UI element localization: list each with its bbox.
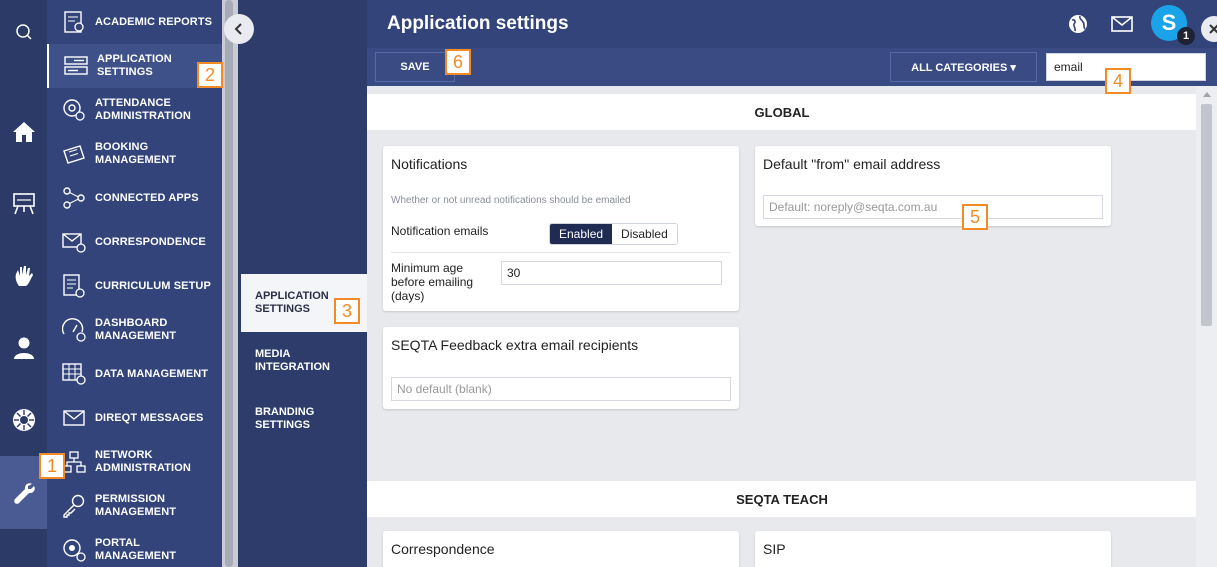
menu-item-network-administration[interactable]: NETWORK ADMINISTRATION	[47, 440, 222, 484]
feedback-recipients-input[interactable]: No default (blank)	[391, 377, 731, 401]
mail-icon[interactable]	[1110, 12, 1134, 36]
menu-item-label: CONNECTED APPS	[95, 191, 199, 204]
save-button[interactable]: SAVE	[375, 52, 455, 82]
home-icon[interactable]	[0, 110, 47, 154]
scroll-up-arrow-icon[interactable]	[1203, 92, 1211, 97]
menu-item-connected-apps[interactable]: CONNECTED APPS	[47, 176, 222, 220]
card-title: Correspondence	[391, 541, 495, 557]
mail-gear-icon	[61, 229, 87, 255]
gauge-gear-icon	[61, 317, 87, 343]
classroom-icon[interactable]	[0, 182, 47, 226]
menu-item-label: PERMISSION MANAGEMENT	[95, 493, 177, 518]
card-title: Notifications	[391, 156, 468, 172]
chevron-left-icon	[234, 23, 242, 35]
menu-item-portal-management[interactable]: PORTAL MANAGEMENT	[47, 528, 222, 567]
globe-icon[interactable]	[1066, 12, 1090, 36]
envelope-icon	[61, 405, 87, 431]
section-heading-seqta-teach: SEQTA TEACH	[367, 481, 1197, 517]
notifications-card: Notifications Whether or not unread noti…	[383, 146, 739, 311]
hand-icon[interactable]	[0, 254, 47, 298]
user-icon[interactable]	[0, 326, 47, 370]
notification-badge: 1	[1177, 27, 1195, 45]
menu-item-data-management[interactable]: DATA MANAGEMENT	[47, 352, 222, 396]
menu-item-booking-management[interactable]: BOOKING MANAGEMENT	[47, 132, 222, 176]
from-email-input[interactable]: Default: noreply@seqta.com.au	[763, 195, 1103, 219]
icon-rail	[0, 0, 47, 567]
card-title: SEQTA Feedback extra email recipients	[391, 337, 639, 353]
menu-item-label: BOOKING MANAGEMENT	[95, 141, 177, 166]
menu-item-label: DASHBOARD MANAGEMENT	[95, 317, 177, 342]
annotation-marker: 5	[962, 204, 988, 230]
burst-icon[interactable]	[0, 398, 47, 442]
section-heading-global: GLOBAL	[367, 94, 1197, 130]
menu-item-dashboard-management[interactable]: DASHBOARD MANAGEMENT	[47, 308, 222, 352]
annotation-marker: 3	[334, 298, 360, 324]
menu-scrollbar[interactable]	[222, 0, 238, 567]
menu-item-label: DATA MANAGEMENT	[95, 367, 209, 380]
ticket-icon	[61, 141, 87, 167]
menu-item-curriculum-setup[interactable]: CURRICULUM SETUP	[47, 264, 222, 308]
page-title: Application settings	[387, 13, 569, 34]
menu-item-label: APPLICATION SETTINGS	[97, 53, 172, 78]
report-icon	[61, 9, 87, 35]
menu-item-academic-reports[interactable]: ACADEMIC REPORTS	[47, 0, 222, 44]
disabled-option[interactable]: Disabled	[612, 224, 677, 244]
menu-item-label: ACADEMIC REPORTS	[95, 15, 213, 28]
menu-item-label: DIREQT MESSAGES	[95, 411, 204, 424]
menu-item-label: CURRICULUM SETUP	[95, 279, 211, 292]
table-gear-icon	[61, 361, 87, 387]
menu-item-direqt-messages[interactable]: DIREQT MESSAGES	[47, 396, 222, 440]
toolbar: SAVE ALL CATEGORIES ▾	[367, 48, 1217, 86]
menu-item-application-settings[interactable]: APPLICATION SETTINGS	[47, 44, 222, 88]
menu-item-attendance-administration[interactable]: ATTENDANCE ADMINISTRATION	[47, 88, 222, 132]
subnav-branding-settings[interactable]: BRANDING SETTINGS	[241, 390, 367, 448]
annotation-marker: 2	[197, 62, 223, 88]
minimum-age-label: Minimum age before emailing (days)	[391, 261, 474, 303]
minimum-age-input[interactable]: 30	[501, 261, 722, 285]
settings-subnav: APPLICATION SETTINGS MEDIA INTEGRATION B…	[238, 0, 367, 567]
admin-menu: ACADEMIC REPORTS APPLICATION SETTINGS AT…	[47, 0, 222, 567]
list-gear-icon	[61, 273, 87, 299]
collapse-menu-button[interactable]	[224, 14, 254, 44]
feedback-recipients-card: SEQTA Feedback extra email recipients No…	[383, 327, 739, 409]
divider	[391, 252, 731, 253]
enabled-option[interactable]: Enabled	[550, 224, 613, 244]
card-title: SIP	[763, 541, 786, 557]
menu-item-label: NETWORK ADMINISTRATION	[95, 449, 191, 474]
portal-gear-icon	[61, 537, 87, 563]
at-gear-icon	[61, 97, 87, 123]
subnav-media-integration[interactable]: MEDIA INTEGRATION	[241, 332, 367, 390]
from-email-card: Default "from" email address Default: no…	[755, 146, 1111, 226]
notification-emails-label: Notification emails	[391, 224, 489, 238]
all-categories-dropdown[interactable]: ALL CATEGORIES ▾	[890, 52, 1037, 82]
subnav-label: APPLICATION SETTINGS	[255, 290, 329, 315]
menu-scrollbar-thumb[interactable]	[225, 0, 233, 567]
annotation-marker: 1	[39, 453, 65, 479]
notification-emails-toggle: Enabled Disabled	[549, 223, 678, 245]
settings-panel-icon	[63, 53, 89, 79]
annotation-marker: 6	[445, 49, 471, 75]
menu-item-label: CORRESPONDENCE	[95, 235, 206, 248]
search-icon[interactable]	[0, 10, 47, 54]
close-icon[interactable]	[1201, 16, 1217, 42]
share-nodes-icon	[61, 185, 87, 211]
menu-item-label: ATTENDANCE ADMINISTRATION	[95, 97, 191, 122]
key-icon	[61, 493, 87, 519]
menu-item-label: PORTAL MANAGEMENT	[95, 537, 177, 562]
menu-item-correspondence[interactable]: CORRESPONDENCE	[47, 220, 222, 264]
page-header: Application settings S 1	[367, 0, 1217, 48]
annotation-marker: 4	[1105, 68, 1131, 94]
subnav-label: MEDIA INTEGRATION	[255, 348, 330, 373]
settings-content: GLOBAL Notifications Whether or not unre…	[367, 86, 1217, 567]
correspondence-card: Correspondence	[383, 531, 739, 567]
sip-card: SIP	[755, 531, 1111, 567]
subnav-label: BRANDING SETTINGS	[255, 406, 315, 431]
card-description: Whether or not unread notifications shou…	[391, 195, 631, 206]
card-title: Default "from" email address	[763, 156, 941, 172]
menu-item-permission-management[interactable]: PERMISSION MANAGEMENT	[47, 484, 222, 528]
content-scrollbar-thumb[interactable]	[1201, 104, 1212, 326]
content-scrollbar[interactable]	[1196, 86, 1217, 567]
